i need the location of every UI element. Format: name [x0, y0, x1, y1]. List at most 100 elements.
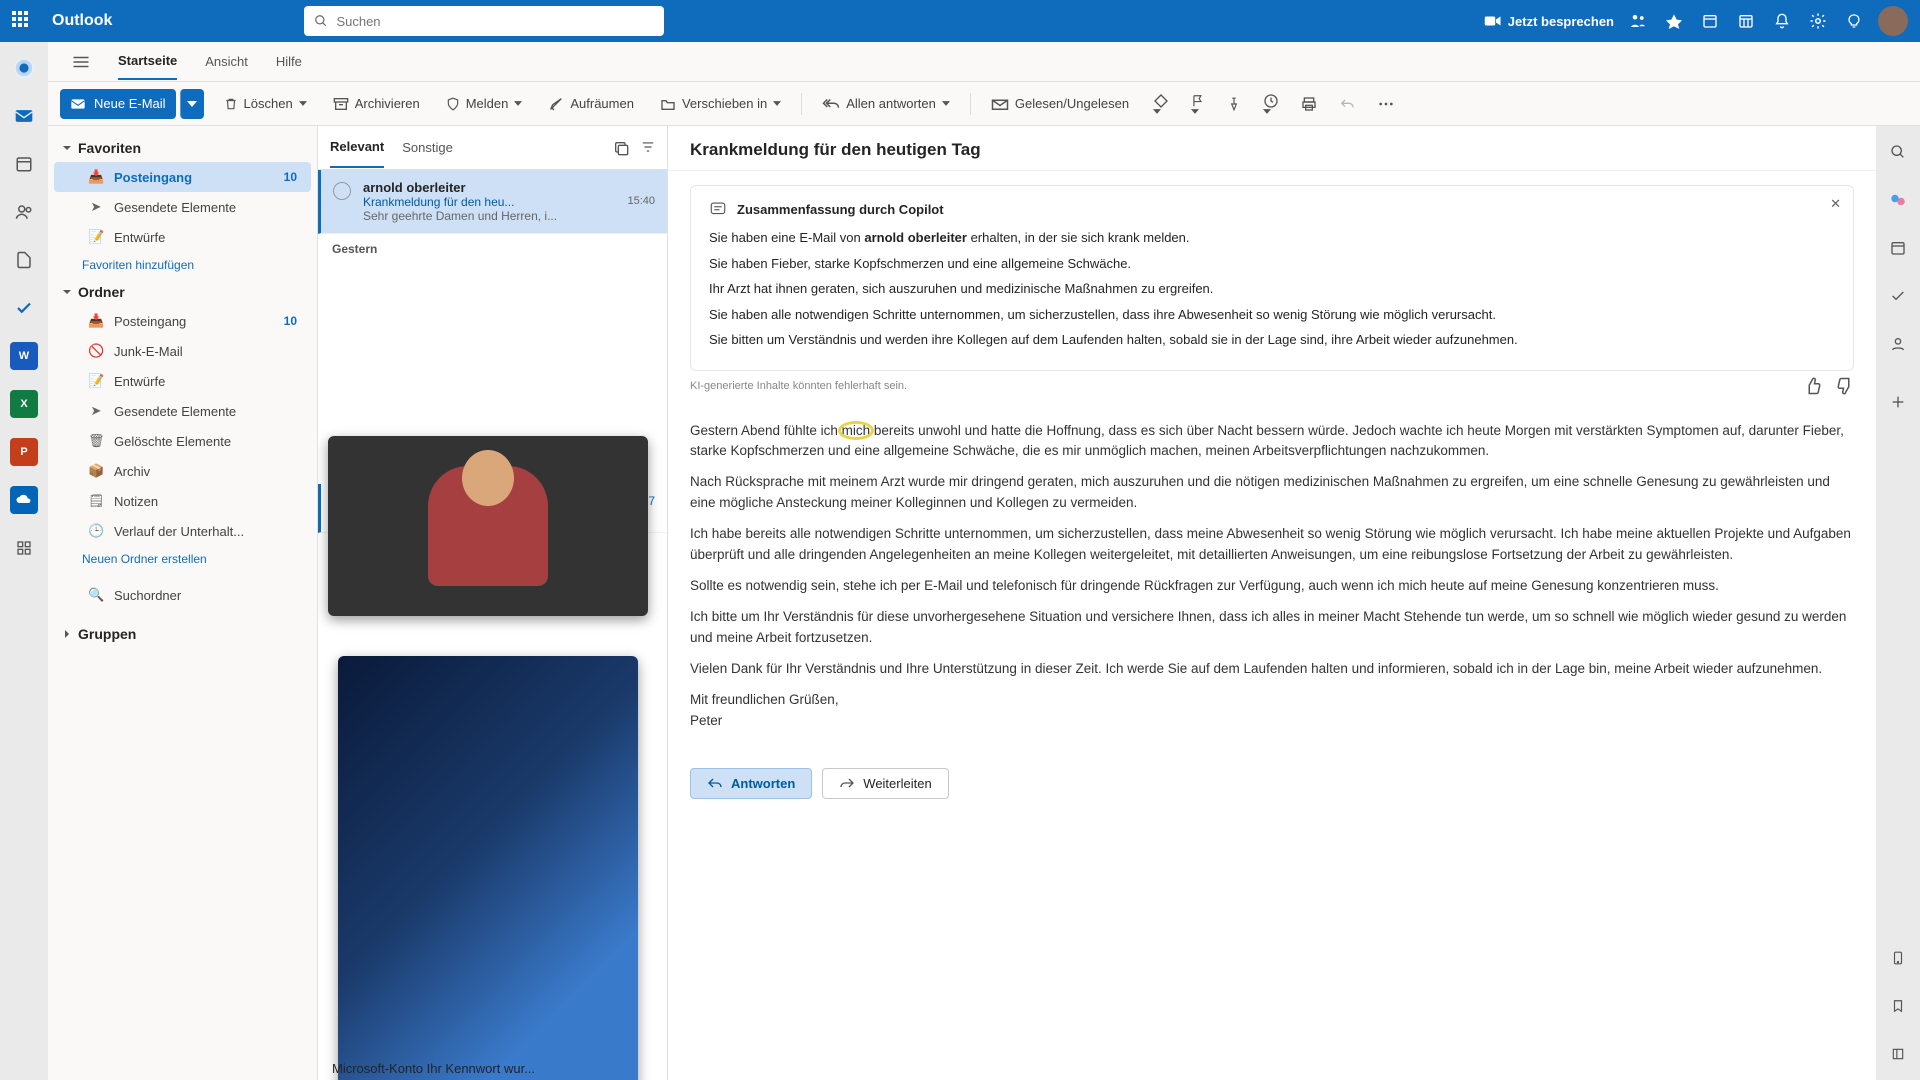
phone-panel-icon[interactable] [1884, 944, 1912, 972]
message-checkbox[interactable] [333, 182, 351, 200]
tab-other[interactable]: Sonstige [402, 128, 453, 167]
flag-button[interactable] [1187, 89, 1209, 118]
rail-people-icon[interactable] [10, 198, 38, 226]
rail-files-icon[interactable] [10, 246, 38, 274]
copilot-panel-icon[interactable] [1884, 186, 1912, 214]
rail-powerpoint-icon[interactable]: P [10, 438, 38, 466]
move-to-label: Verschieben in [682, 96, 767, 111]
mail-icon [70, 97, 86, 111]
my-day-icon[interactable] [1698, 9, 1722, 33]
folder-history[interactable]: 🕒Verlauf der Unterhalt... [54, 516, 311, 546]
text-highlight: mich [842, 423, 871, 438]
thumbs-down-icon[interactable] [1836, 377, 1854, 395]
rail-excel-icon[interactable]: X [10, 390, 38, 418]
rail-calendar-icon[interactable] [10, 150, 38, 178]
nav-toggle-icon[interactable] [72, 55, 90, 69]
expand-panel-icon[interactable] [1884, 1040, 1912, 1068]
forward-button[interactable]: Weiterleiten [822, 768, 948, 799]
tab-help[interactable]: Hilfe [276, 44, 302, 79]
add-app-icon[interactable] [1884, 388, 1912, 416]
folder-sent[interactable]: ➤Gesendete Elemente [54, 396, 311, 426]
search-box[interactable] [304, 6, 664, 36]
notifications-icon[interactable] [1770, 9, 1794, 33]
rail-todo-icon[interactable] [10, 294, 38, 322]
snooze-button[interactable] [1259, 89, 1283, 118]
reply-all-label: Allen antworten [846, 96, 936, 111]
settings-icon[interactable] [1806, 9, 1830, 33]
folder-drafts[interactable]: 📝Entwürfe [54, 366, 311, 396]
groups-group[interactable]: Gruppen [48, 620, 317, 648]
folder-deleted[interactable]: 🗑Gelöschte Elemente [54, 426, 311, 456]
message-item[interactable]: arnold oberleiter Krankmeldung für den h… [318, 170, 667, 234]
search-input[interactable] [336, 14, 654, 29]
account-avatar[interactable] [1878, 6, 1908, 36]
reply-all-button[interactable]: Allen antworten [816, 92, 956, 115]
new-mail-dropdown[interactable] [180, 89, 204, 119]
search-icon [314, 14, 328, 28]
teams-icon[interactable] [1626, 9, 1650, 33]
chevron-down-icon [62, 143, 72, 153]
video-overlay-2[interactable] [338, 656, 638, 1080]
app-launcher-icon[interactable] [12, 11, 32, 31]
archive-button[interactable]: Archivieren [327, 92, 426, 115]
folder-notes[interactable]: 🗒Notizen [54, 486, 311, 516]
tab-view[interactable]: Ansicht [205, 44, 248, 79]
rail-onedrive-icon[interactable] [10, 486, 38, 514]
categorize-button[interactable] [1149, 89, 1173, 118]
new-mail-button[interactable]: Neue E-Mail [60, 89, 176, 119]
copilot-icon [709, 200, 727, 218]
rail-home-icon[interactable] [10, 54, 38, 82]
folders-group[interactable]: Ordner [48, 278, 317, 306]
sweep-button[interactable]: Aufräumen [542, 92, 640, 116]
add-favorite-link[interactable]: Favoriten hinzufügen [48, 252, 317, 278]
folder-junk[interactable]: 🚫 Junk-E-Mail [54, 336, 311, 366]
pin-button[interactable] [1223, 92, 1245, 116]
thumbs-up-icon[interactable] [1804, 377, 1822, 395]
rail-mail-icon[interactable] [10, 102, 38, 130]
message-time: 15:40 [627, 195, 655, 209]
print-button[interactable] [1297, 92, 1321, 116]
close-icon[interactable]: ✕ [1830, 196, 1841, 212]
report-button[interactable]: Melden [440, 92, 529, 116]
calendar-panel-icon[interactable] [1884, 234, 1912, 262]
rail-more-apps-icon[interactable] [10, 534, 38, 562]
tasks-panel-icon[interactable] [1884, 282, 1912, 310]
history-label: Verlauf der Unterhalt... [114, 524, 244, 539]
bookmark-panel-icon[interactable] [1884, 992, 1912, 1020]
rail-word-icon[interactable]: W [10, 342, 38, 370]
delete-button[interactable]: Löschen [218, 92, 313, 116]
calendar-grid-icon[interactable] [1734, 9, 1758, 33]
video-overlay[interactable] [328, 436, 648, 616]
ai-disclaimer: KI-generierte Inhalte könnten fehlerhaft… [690, 380, 907, 392]
new-folder-link[interactable]: Neuen Ordner erstellen [48, 546, 317, 572]
tab-home[interactable]: Startseite [118, 43, 177, 80]
more-button[interactable] [1373, 98, 1399, 110]
folder-sent-fav[interactable]: ➤Gesendete Elemente [54, 192, 311, 222]
favorites-group[interactable]: Favoriten [48, 134, 317, 162]
tips-icon[interactable] [1842, 9, 1866, 33]
copilot-summary: ✕ Zusammenfassung durch Copilot Sie habe… [690, 185, 1854, 371]
folder-inbox-fav[interactable]: 📥Posteingang10 [54, 162, 311, 192]
meet-now-button[interactable]: Jetzt besprechen [1484, 14, 1614, 29]
folder-drafts-fav[interactable]: 📝Entwürfe [54, 222, 311, 252]
junk-icon: 🚫 [88, 343, 104, 359]
tab-focused[interactable]: Relevant [330, 127, 384, 168]
folder-search[interactable]: 🔍Suchordner [54, 580, 311, 610]
reply-button[interactable]: Antworten [690, 768, 812, 799]
read-unread-button[interactable]: Gelesen/Ungelesen [985, 92, 1135, 115]
search-panel-icon[interactable] [1884, 138, 1912, 166]
junk-label: Junk-E-Mail [114, 344, 183, 359]
message-from: arnold oberleiter [363, 180, 655, 195]
filter-icon[interactable] [641, 140, 655, 156]
folder-inbox[interactable]: 📥Posteingang10 [54, 306, 311, 336]
folder-archive[interactable]: 📦Archiv [54, 456, 311, 486]
move-to-button[interactable]: Verschieben in [654, 92, 787, 115]
contacts-panel-icon[interactable] [1884, 330, 1912, 358]
premium-icon[interactable] [1662, 9, 1686, 33]
shield-icon [446, 96, 460, 112]
select-all-icon[interactable] [613, 140, 629, 156]
deleted-icon: 🗑 [88, 433, 104, 449]
search-folder-icon: 🔍 [88, 587, 104, 603]
sent-icon: ➤ [88, 403, 104, 419]
report-label: Melden [466, 96, 509, 111]
